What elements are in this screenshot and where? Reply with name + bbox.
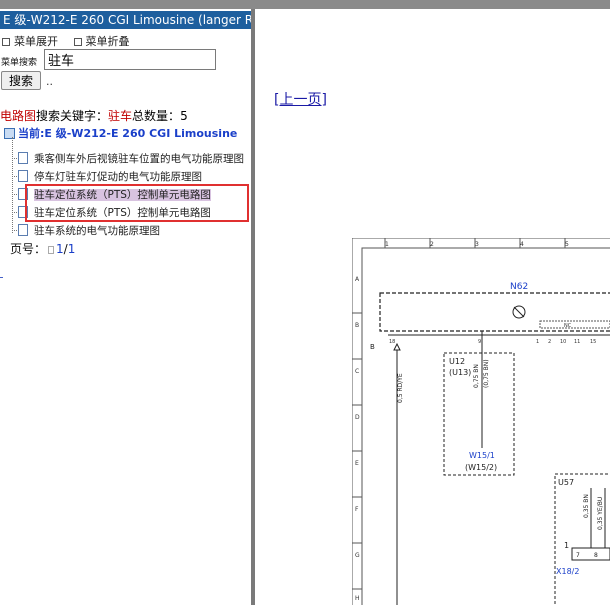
left-navigation-panel: E 级-W212-E 260 CGI Limousine (langer Ra … xyxy=(0,9,251,605)
x18-2-label: X18/2 xyxy=(556,567,579,576)
top-frame-bar xyxy=(0,0,610,9)
expand-icon xyxy=(2,38,10,46)
more-link[interactable]: .. xyxy=(46,75,53,88)
wire-label: 0,5 RD/YE xyxy=(397,373,404,403)
previous-page-link[interactable]: [上一页] xyxy=(274,89,327,109)
u57-label: U57 xyxy=(558,478,574,487)
search-summary: 电路图搜索关键字：驻车总数量：5 xyxy=(0,107,188,124)
wire-label: 0,75 BN xyxy=(473,364,480,388)
col-number: 1 xyxy=(385,241,389,248)
result-item[interactable]: 停车灯驻车灯促动的电气功能原理图 xyxy=(18,169,202,185)
result-label: 停车灯驻车灯促动的电气功能原理图 xyxy=(34,171,202,183)
pin-label: 10 xyxy=(560,339,566,345)
col-number: 4 xyxy=(520,241,524,248)
pin-label: 7 xyxy=(576,552,580,559)
current-model-label: 当前:E 级-W212-E 260 CGI Limousine xyxy=(18,127,238,140)
row-letter: E xyxy=(355,460,359,467)
tree-line xyxy=(12,137,13,233)
summary-keyword-label: 搜索关键字： xyxy=(36,109,109,123)
u13-label: (U13) xyxy=(449,368,471,377)
wire-label: (0,75 BN) xyxy=(483,359,490,388)
collapse-icon xyxy=(73,38,82,46)
nc-label: NC xyxy=(564,323,572,329)
row-letter: G xyxy=(355,552,360,559)
pin-label: 15 xyxy=(590,339,596,345)
result-item[interactable]: 乘客侧车外后视镜驻车位置的电气功能原理图 xyxy=(18,151,244,167)
page-checkbox[interactable] xyxy=(48,246,55,254)
menu-expand-button[interactable]: 菜单展开 xyxy=(2,35,58,48)
row-letter: F xyxy=(355,506,359,513)
menu-collapse-button[interactable]: 菜单折叠 xyxy=(73,35,130,48)
n62-label: N62 xyxy=(510,282,528,292)
row-letter: C xyxy=(355,368,359,375)
pin-label: 8 xyxy=(594,552,598,559)
pager-total[interactable]: 1 xyxy=(68,242,76,256)
pager-label: 页号： xyxy=(10,242,47,256)
search-label: 菜单搜索 xyxy=(1,58,38,68)
annotation-highlight-box xyxy=(25,184,249,222)
pin-label: 11 xyxy=(574,339,580,345)
w15-1-label: W15/1 xyxy=(469,451,495,460)
summary-category: 电路图 xyxy=(0,109,37,123)
u12-label: U12 xyxy=(449,357,465,366)
computer-icon xyxy=(4,128,15,139)
diagram-frame xyxy=(352,238,610,605)
wire-label: 0,35 YE/BU xyxy=(597,497,604,530)
row-letter: B xyxy=(355,322,359,329)
document-icon xyxy=(18,170,28,182)
pin-label: 1 xyxy=(536,339,539,345)
menu-collapse-label: 菜单折叠 xyxy=(85,35,130,48)
result-label: 驻车系统的电气功能原理图 xyxy=(34,225,160,237)
menu-toggle-row: 菜单展开 菜单折叠 xyxy=(2,33,142,49)
summary-count-label: 总数量： xyxy=(132,109,181,123)
pager-current[interactable]: 1 xyxy=(56,242,64,256)
result-label: 乘客侧车外后视镜驻车位置的电气功能原理图 xyxy=(34,153,244,165)
search-button[interactable]: 搜索 xyxy=(1,71,41,90)
col-number: 5 xyxy=(565,241,569,248)
model-title-bar: E 级-W212-E 260 CGI Limousine (langer Ra xyxy=(0,11,251,29)
document-icon xyxy=(18,224,28,236)
pin-one-label: 1 xyxy=(564,541,569,550)
pin-label: 18 xyxy=(389,339,395,345)
search-input[interactable] xyxy=(44,49,216,70)
result-item[interactable]: 驻车系统的电气功能原理图 xyxy=(18,223,160,239)
document-icon xyxy=(18,152,28,164)
w15-2-label: (W15/2) xyxy=(465,463,497,472)
summary-count: 5 xyxy=(180,109,188,123)
menu-expand-label: 菜单展开 xyxy=(14,35,58,48)
row-letter: H xyxy=(355,595,360,602)
pager: 页号： 1/1 xyxy=(10,240,75,257)
diagram-viewer-panel: [上一页] 1 2 3 4 5 A B C D E F G H N62 NC B… xyxy=(255,9,610,605)
stray-link-mark xyxy=(0,277,3,278)
col-number: 3 xyxy=(475,241,479,248)
pin-label: 9 xyxy=(478,339,481,345)
row-letter: D xyxy=(355,414,360,421)
summary-keyword: 驻车 xyxy=(108,109,133,123)
current-model-node[interactable]: 当前:E 级-W212-E 260 CGI Limousine xyxy=(4,125,237,141)
col-number: 2 xyxy=(430,241,434,248)
pin-label: 2 xyxy=(548,339,551,345)
wiring-diagram: 1 2 3 4 5 A B C D E F G H N62 NC B 18 9 … xyxy=(352,238,610,605)
wire-label: 0,35 BN xyxy=(583,494,590,518)
row-b-label: B xyxy=(370,343,375,351)
